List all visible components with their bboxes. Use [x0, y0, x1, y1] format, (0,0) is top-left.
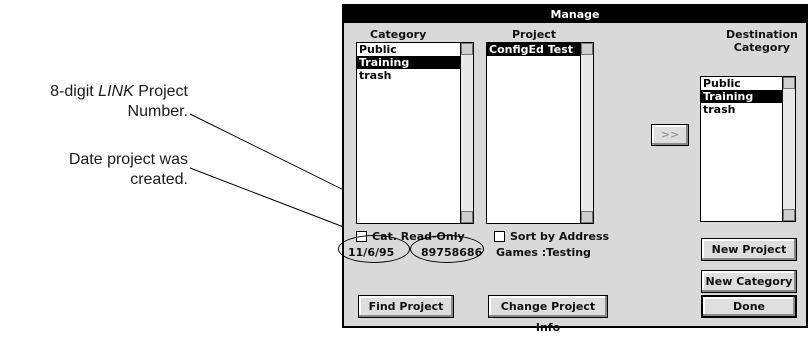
project-item[interactable]: ConfigEd Test	[487, 43, 593, 56]
scroll-down-arrow-icon[interactable]	[461, 211, 473, 223]
move-to-destination-button[interactable]: >>	[651, 124, 689, 146]
category-item-trash[interactable]: trash	[357, 69, 473, 82]
link-number-callout: 8-digit LINK Project Number.	[50, 83, 188, 120]
date-callout: Date project was created.	[68, 151, 188, 188]
category-scrollbar[interactable]	[460, 43, 473, 223]
date-highlight-ellipse	[338, 235, 410, 263]
project-info-text: Games :Testing	[496, 246, 591, 259]
destination-category-listbox[interactable]: Public Training trash	[700, 76, 796, 222]
link-number-highlight-ellipse	[410, 235, 484, 263]
category-item-training[interactable]: Training	[357, 56, 473, 69]
destination-item-trash[interactable]: trash	[701, 103, 795, 116]
category-listbox[interactable]: Public Training trash	[356, 42, 474, 224]
project-listbox[interactable]: ConfigEd Test	[486, 42, 594, 224]
destination-item-public[interactable]: Public	[701, 77, 795, 90]
project-label: Project	[512, 28, 557, 41]
manage-dialog: Manage Category Project Destination Categ…	[342, 4, 808, 334]
find-project-button[interactable]: Find Project	[358, 295, 454, 318]
scroll-down-arrow-icon[interactable]	[783, 209, 795, 221]
scroll-up-arrow-icon[interactable]	[783, 77, 795, 89]
dialog-title: Manage	[344, 6, 806, 23]
scroll-down-arrow-icon[interactable]	[581, 211, 593, 223]
sort-by-address-checkbox[interactable]: Sort by Address	[494, 230, 609, 243]
done-button[interactable]: Done	[701, 295, 797, 318]
category-label: Category	[370, 28, 427, 41]
project-scrollbar[interactable]	[580, 43, 593, 223]
destination-item-training[interactable]: Training	[701, 90, 795, 103]
checkbox-box[interactable]	[494, 231, 505, 242]
scroll-up-arrow-icon[interactable]	[581, 43, 593, 55]
scroll-up-arrow-icon[interactable]	[461, 43, 473, 55]
new-project-button[interactable]: New Project	[701, 238, 797, 261]
category-item-public[interactable]: Public	[357, 43, 473, 56]
new-category-button[interactable]: New Category	[701, 270, 797, 293]
destination-scrollbar[interactable]	[782, 77, 795, 221]
change-project-info-button[interactable]: Change Project Info	[488, 295, 608, 334]
destination-category-label: Destination Category	[726, 28, 798, 54]
